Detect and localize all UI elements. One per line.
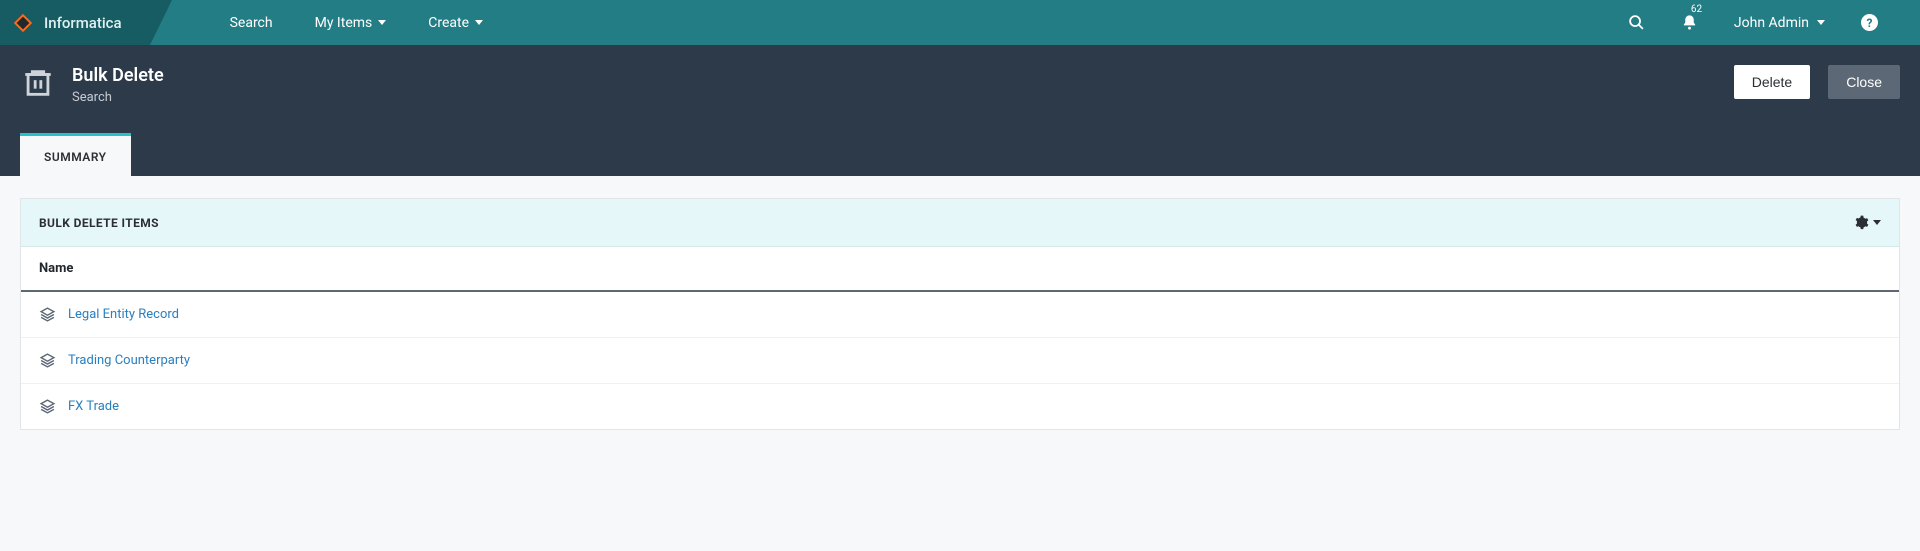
nav-create[interactable]: Create — [428, 15, 483, 31]
brand-name: Informatica — [44, 14, 122, 32]
close-button[interactable]: Close — [1828, 65, 1900, 99]
chevron-down-icon — [475, 20, 483, 25]
chevron-down-icon — [1873, 220, 1881, 225]
item-link[interactable]: Trading Counterparty — [68, 353, 190, 368]
page-subtitle: Search — [72, 90, 164, 105]
table-header-name: Name — [21, 247, 1899, 292]
top-nav: Search My Items Create — [230, 0, 483, 45]
nav-my-items[interactable]: My Items — [315, 15, 387, 31]
nav-search[interactable]: Search — [230, 15, 273, 31]
item-link[interactable]: FX Trade — [68, 399, 119, 414]
layers-icon — [39, 398, 56, 415]
notification-count: 62 — [1691, 4, 1702, 15]
tabstrip: SUMMARY — [20, 133, 1900, 176]
chevron-down-icon — [378, 20, 386, 25]
delete-button[interactable]: Delete — [1734, 65, 1810, 99]
page-header: Bulk Delete Search Delete Close SUMMARY — [0, 45, 1920, 176]
top-right: 62 John Admin ? — [1628, 14, 1920, 31]
layers-icon — [39, 306, 56, 323]
chevron-down-icon — [1817, 20, 1825, 25]
panel-settings-button[interactable] — [1854, 215, 1881, 230]
tab-summary[interactable]: SUMMARY — [20, 133, 131, 176]
search-icon — [1628, 14, 1645, 31]
logo-icon — [12, 12, 34, 34]
search-button[interactable] — [1628, 14, 1645, 31]
header-actions: Delete Close — [1734, 65, 1900, 99]
notifications-button[interactable]: 62 — [1681, 14, 1698, 31]
table-row[interactable]: Legal Entity Record — [21, 292, 1899, 338]
gear-icon — [1854, 215, 1869, 230]
user-name: John Admin — [1734, 15, 1809, 31]
user-menu[interactable]: John Admin — [1734, 15, 1825, 31]
trash-icon — [20, 65, 56, 101]
brand[interactable]: Informatica — [0, 0, 150, 45]
bell-icon — [1681, 14, 1698, 31]
table-row[interactable]: Trading Counterparty — [21, 338, 1899, 384]
page-title: Bulk Delete — [72, 65, 164, 86]
nav-search-label: Search — [230, 15, 273, 31]
help-button[interactable]: ? — [1861, 14, 1878, 31]
nav-my-items-label: My Items — [315, 15, 373, 31]
bulk-delete-panel: BULK DELETE ITEMS Name Legal Entity Reco… — [20, 198, 1900, 430]
table-row[interactable]: FX Trade — [21, 384, 1899, 429]
top-bar: Informatica Search My Items Create — [0, 0, 1920, 45]
panel-title: BULK DELETE ITEMS — [39, 216, 159, 230]
layers-icon — [39, 352, 56, 369]
item-link[interactable]: Legal Entity Record — [68, 307, 179, 322]
nav-create-label: Create — [428, 15, 469, 31]
help-icon: ? — [1861, 14, 1878, 31]
